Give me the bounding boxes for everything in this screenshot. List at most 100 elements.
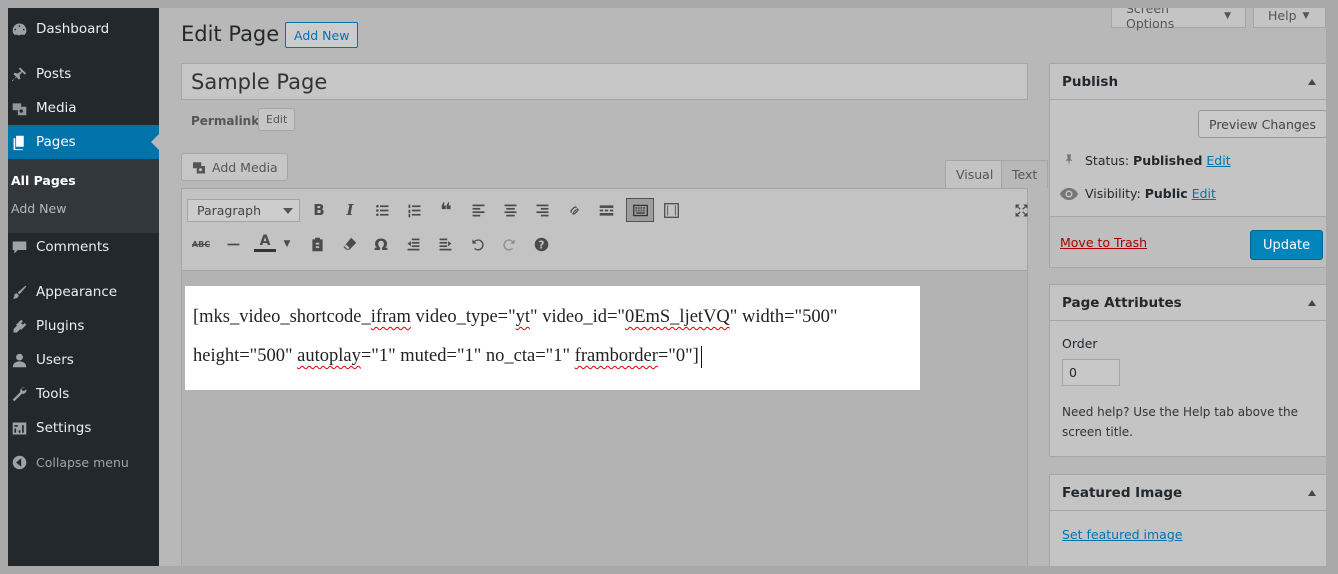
wp-admin-window: Dashboard Posts Media Pages All Pages Ad… — [8, 8, 1326, 566]
attributes-help-text: Need help? Use the Help tab above the sc… — [1062, 405, 1299, 439]
media-icon — [10, 99, 28, 117]
align-center-icon[interactable] — [499, 199, 521, 221]
tab-visual[interactable]: Visual — [945, 160, 1005, 188]
sidebar-item-label: Tools — [36, 386, 70, 402]
text-color-icon[interactable]: A — [254, 233, 276, 252]
collapse-icon — [10, 453, 28, 471]
pin-icon — [10, 65, 28, 83]
add-new-button[interactable]: Add New — [285, 22, 359, 48]
wrench-icon — [10, 385, 28, 403]
permalink-edit-button[interactable]: Edit — [258, 108, 296, 131]
collapse-arrow-icon — [1308, 300, 1316, 306]
chevron-down-icon[interactable]: ▼ — [276, 233, 298, 255]
pages-submenu: All Pages Add New — [8, 159, 159, 233]
featured-image-title: Featured Image — [1062, 484, 1183, 501]
content-text: autoplay — [297, 346, 361, 366]
content-text: ="1" muted="1" no_cta="1" — [360, 346, 575, 366]
content-text: ifram — [370, 307, 411, 327]
editor-toolbar: Paragraph B I ❝ ABC A ▼ Ω ? — [182, 189, 1027, 271]
strikethrough-icon[interactable]: ABC — [190, 233, 212, 255]
sidebar-item-plugins[interactable]: Plugins — [8, 309, 159, 343]
content-text: ="0"] — [657, 346, 699, 366]
sidebar-item-label: Media — [36, 100, 77, 116]
update-button[interactable]: Update — [1250, 230, 1324, 260]
sidebar-item-label: Comments — [36, 239, 110, 255]
special-character-icon[interactable]: Ω — [370, 233, 392, 255]
content-text: [mks_video_shortcode_ — [193, 307, 371, 327]
sidebar-item-settings[interactable]: Settings — [8, 411, 159, 445]
publish-box-title: Publish — [1062, 73, 1119, 90]
sidebar-item-label: Settings — [36, 420, 92, 436]
set-featured-image-link[interactable]: Set featured image — [1062, 527, 1182, 542]
sidebar-item-label: Appearance — [36, 284, 118, 300]
clear-formatting-icon[interactable] — [338, 233, 360, 255]
fullscreen-icon[interactable] — [1010, 199, 1032, 221]
page-attributes-box: Page Attributes Order 0 Need help? Use t… — [1049, 284, 1326, 457]
add-media-icon — [191, 160, 207, 175]
distraction-free-icon[interactable] — [660, 199, 682, 221]
collapse-menu-label: Collapse menu — [36, 454, 129, 470]
link-icon[interactable] — [563, 199, 585, 221]
help-button[interactable]: Help ▼ — [1253, 8, 1326, 28]
help-question-icon[interactable]: ? — [530, 233, 552, 255]
comment-icon — [10, 238, 28, 256]
format-select[interactable]: Paragraph — [187, 199, 300, 222]
visibility-value: Public — [1144, 186, 1188, 201]
publish-box-header[interactable]: Publish — [1050, 64, 1326, 100]
sidebar-item-users[interactable]: Users — [8, 343, 159, 377]
featured-image-header[interactable]: Featured Image — [1050, 475, 1326, 511]
sidebar-item-pages[interactable]: Pages — [8, 125, 159, 159]
add-media-button[interactable]: Add Media — [181, 153, 288, 181]
bold-icon[interactable]: B — [308, 199, 330, 221]
bullet-list-icon[interactable] — [371, 199, 393, 221]
move-to-trash-link[interactable]: Move to Trash — [1060, 235, 1147, 250]
align-left-icon[interactable] — [467, 199, 489, 221]
admin-sidebar: Dashboard Posts Media Pages All Pages Ad… — [8, 8, 159, 566]
dashboard-icon — [10, 20, 28, 38]
help-label: Help — [1268, 8, 1297, 23]
sidebar-item-media[interactable]: Media — [8, 91, 159, 125]
outdent-icon[interactable] — [402, 233, 424, 255]
sidebar-item-label: Dashboard — [36, 21, 110, 37]
publish-actions: Move to Trash Update — [1050, 216, 1326, 267]
indent-icon[interactable] — [434, 233, 456, 255]
status-edit-link[interactable]: Edit — [1206, 153, 1230, 168]
pin-icon — [1062, 152, 1076, 168]
page-attributes-header[interactable]: Page Attributes — [1050, 285, 1326, 321]
collapse-menu-button[interactable]: Collapse menu — [8, 445, 159, 479]
permalink-label: Permalink: — [191, 114, 265, 128]
order-label: Order — [1062, 336, 1098, 351]
paste-text-icon[interactable] — [306, 233, 328, 255]
sidebar-item-posts[interactable]: Posts — [8, 57, 159, 91]
toolbar-toggle-icon[interactable] — [626, 198, 654, 222]
add-media-label: Add Media — [212, 159, 278, 175]
tab-text[interactable]: Text — [1001, 160, 1049, 188]
align-right-icon[interactable] — [531, 199, 553, 221]
read-more-icon[interactable] — [595, 199, 617, 221]
visibility-edit-link[interactable]: Edit — [1192, 186, 1216, 201]
brush-icon — [10, 283, 28, 301]
editor-content[interactable]: [mks_video_shortcode_ifram video_type="y… — [185, 286, 920, 390]
redo-icon[interactable] — [498, 233, 520, 255]
submenu-all-pages[interactable]: All Pages — [11, 173, 76, 188]
screen-options-button[interactable]: Screen Options ▼ — [1111, 8, 1246, 31]
submenu-add-new[interactable]: Add New — [11, 201, 66, 216]
caret-down-icon: ▼ — [1302, 10, 1310, 21]
status-value: Published — [1133, 152, 1203, 168]
undo-icon[interactable] — [466, 233, 488, 255]
sidebar-item-comments[interactable]: Comments — [8, 230, 159, 264]
order-input[interactable]: 0 — [1062, 359, 1120, 386]
sidebar-item-appearance[interactable]: Appearance — [8, 275, 159, 309]
sidebar-item-dashboard[interactable]: Dashboard — [8, 12, 159, 46]
numbered-list-icon[interactable] — [403, 199, 425, 221]
post-title-input[interactable]: Sample Page — [181, 63, 1028, 100]
chevron-down-icon — [283, 208, 293, 214]
content-text: yt — [515, 307, 531, 327]
italic-icon[interactable]: I — [339, 199, 361, 221]
content-text: video_type=" — [410, 307, 516, 327]
preview-changes-button[interactable]: Preview Changes — [1198, 110, 1326, 138]
blockquote-icon[interactable]: ❝ — [435, 198, 457, 222]
sidebar-item-tools[interactable]: Tools — [8, 377, 159, 411]
status-row: Status: Published Edit — [1062, 152, 1231, 168]
horizontal-line-icon[interactable] — [222, 233, 244, 255]
